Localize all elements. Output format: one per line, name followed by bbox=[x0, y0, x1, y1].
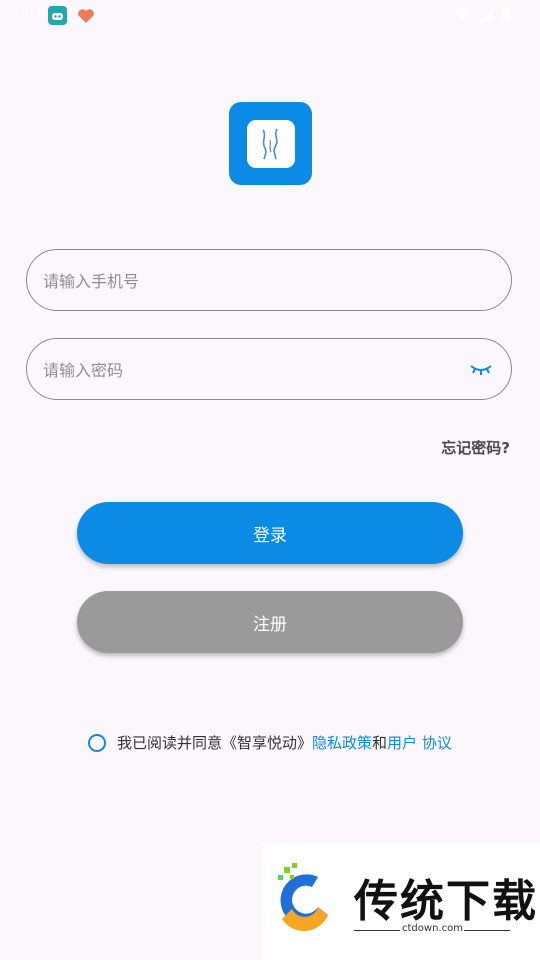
password-field[interactable] bbox=[26, 338, 512, 401]
phone-field[interactable] bbox=[26, 249, 512, 312]
signal-icon bbox=[479, 7, 493, 26]
password-input[interactable] bbox=[41, 339, 465, 401]
watermark-title: 传统下载 bbox=[354, 876, 538, 927]
register-button[interactable]: 注册 bbox=[77, 591, 463, 653]
agreement-radio[interactable] bbox=[88, 733, 106, 752]
agreement-conjunction: 和 bbox=[372, 734, 388, 752]
battery-icon bbox=[501, 7, 510, 26]
status-bar: 9:07 bbox=[0, 0, 540, 30]
watermark-divider-left bbox=[354, 930, 400, 931]
watermark-divider-right bbox=[464, 930, 510, 931]
eye-closed-icon[interactable] bbox=[469, 359, 493, 379]
watermark: 传统下载 ctdown.com bbox=[262, 843, 540, 960]
app-logo-icon bbox=[229, 102, 312, 185]
phone-input[interactable] bbox=[41, 250, 465, 312]
forgot-password-link[interactable]: 忘记密码? bbox=[441, 437, 510, 458]
system-icons bbox=[455, 7, 510, 26]
agreement-text: 我已阅读并同意《智享悦动》 bbox=[117, 734, 313, 752]
privacy-policy-link[interactable]: 隐私政策 bbox=[312, 732, 372, 753]
status-time: 9:07 bbox=[10, 6, 44, 22]
heart-notification-icon bbox=[76, 6, 96, 25]
login-button[interactable]: 登录 bbox=[77, 502, 463, 564]
user-agreement-link[interactable]: 用户 协议 bbox=[387, 732, 452, 753]
watermark-url: ctdown.com bbox=[402, 923, 463, 934]
body-outline-icon bbox=[261, 128, 278, 159]
wifi-icon bbox=[455, 7, 471, 26]
agreement-row: 我已阅读并同意《智享悦动》 隐私政策 和 用户 协议 bbox=[88, 732, 452, 753]
watermark-logo-icon bbox=[270, 863, 340, 935]
app-notification-icon bbox=[48, 6, 67, 25]
